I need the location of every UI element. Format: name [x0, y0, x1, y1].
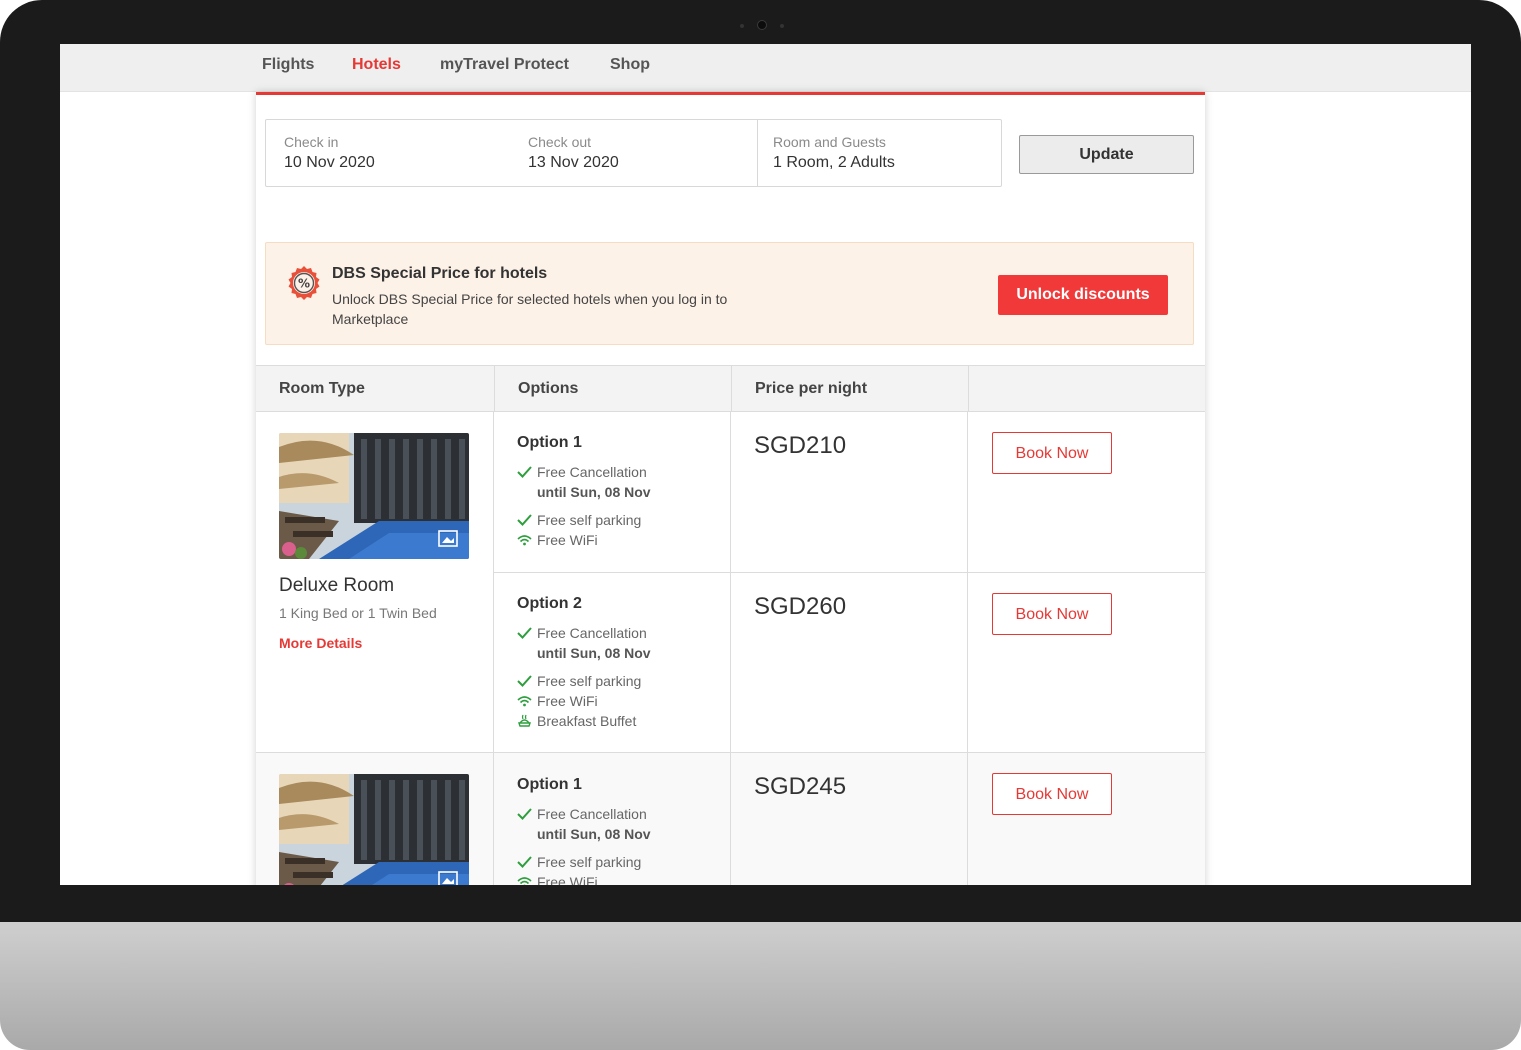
- feature-item: Free Cancellation: [517, 804, 753, 824]
- check-in-label: Check in: [284, 134, 339, 150]
- monitor-chin: [0, 922, 1521, 1050]
- divider: [967, 412, 968, 885]
- price-per-night: SGD260: [754, 593, 847, 620]
- cancellation-deadline: until Sun, 08 Nov: [537, 484, 651, 500]
- check-icon: [517, 856, 532, 868]
- check-icon: [517, 466, 532, 478]
- nav-mytravel-protect[interactable]: myTravel Protect: [440, 56, 569, 74]
- room-photo[interactable]: [279, 433, 469, 559]
- check-icon: [517, 627, 532, 639]
- room-photo[interactable]: [279, 774, 469, 885]
- percent-badge-icon: %: [288, 266, 320, 300]
- check-out-value: 13 Nov 2020: [528, 154, 619, 171]
- book-now-button[interactable]: Book Now: [992, 432, 1112, 474]
- feature-text: Free Cancellation: [537, 464, 647, 480]
- top-nav: Flights Hotels myTravel Protect Shop: [60, 44, 1471, 92]
- price-per-night: SGD210: [754, 432, 847, 459]
- nav-hotels[interactable]: Hotels: [352, 56, 401, 74]
- option-title: Option 1: [517, 776, 582, 793]
- feature-text: Free WiFi: [537, 693, 598, 709]
- check-out-field[interactable]: Check out 13 Nov 2020: [528, 134, 619, 172]
- feature-item: Free Cancellation: [517, 462, 753, 482]
- header-price: Price per night: [731, 366, 967, 411]
- monitor-frame: Flights Hotels myTravel Protect Shop Che…: [0, 0, 1521, 1050]
- feature-text: Free WiFi: [537, 532, 598, 548]
- svg-text:%: %: [298, 277, 310, 291]
- cancellation-deadline: until Sun, 08 Nov: [537, 826, 651, 842]
- promo-banner: % DBS Special Price for hotels Unlock DB…: [265, 242, 1194, 345]
- divider: [256, 752, 1205, 753]
- book-now-button[interactable]: Book Now: [992, 593, 1112, 635]
- breakfast-icon: [518, 714, 531, 727]
- room-guests-field[interactable]: Room and Guests 1 Room, 2 Adults: [773, 134, 895, 172]
- wifi-icon: [517, 535, 532, 546]
- rooms-table-header: Room Type Options Price per night: [256, 365, 1205, 412]
- feature-item: Free WiFi: [517, 530, 753, 550]
- feature-item: Free Cancellation: [517, 623, 753, 643]
- divider: [493, 572, 1205, 573]
- camera-icon: [757, 20, 767, 30]
- price-per-night: SGD245: [754, 773, 847, 800]
- book-now-button[interactable]: Book Now: [992, 773, 1112, 815]
- feature-text: Free self parking: [537, 673, 642, 689]
- feature-item: Breakfast Buffet: [517, 711, 753, 731]
- update-button[interactable]: Update: [1019, 135, 1194, 174]
- room-option: Option 1 Free Cancellation until Sun, 08…: [517, 776, 753, 885]
- feature-item: Free self parking: [517, 852, 753, 872]
- divider: [757, 120, 758, 186]
- feature-text: Free Cancellation: [537, 625, 647, 641]
- wifi-icon: [517, 877, 532, 885]
- wifi-icon: [517, 696, 532, 707]
- room-guests-label: Room and Guests: [773, 134, 886, 150]
- check-out-label: Check out: [528, 134, 592, 150]
- rooms-table-body: Deluxe Room 1 King Bed or 1 Twin Bed Mor…: [256, 412, 1205, 885]
- feature-text: Free WiFi: [537, 874, 598, 885]
- check-icon: [517, 675, 532, 687]
- nav-flights[interactable]: Flights: [262, 56, 314, 74]
- search-summary: Check in 10 Nov 2020 Check out 13 Nov 20…: [265, 119, 1002, 187]
- unlock-discounts-button[interactable]: Unlock discounts: [998, 275, 1168, 315]
- header-room-type: Room Type: [279, 380, 365, 397]
- cancellation-deadline: until Sun, 08 Nov: [537, 645, 651, 661]
- hotel-pool-image: [279, 774, 469, 885]
- feature-text: Free self parking: [537, 854, 642, 870]
- sensor-dot: [780, 24, 784, 28]
- feature-item: Free self parking: [517, 671, 753, 691]
- option-title: Option 1: [517, 434, 582, 451]
- room-option: Option 1 Free Cancellation until Sun, 08…: [517, 434, 753, 550]
- promo-text: Unlock DBS Special Price for selected ho…: [332, 291, 728, 327]
- screen: Flights Hotels myTravel Protect Shop Che…: [60, 44, 1471, 885]
- nav-shop[interactable]: Shop: [610, 56, 650, 74]
- feature-item: Free WiFi: [517, 872, 753, 885]
- divider: [493, 412, 494, 885]
- option-title: Option 2: [517, 595, 582, 612]
- more-details-link[interactable]: More Details: [279, 635, 362, 651]
- room-option: Option 2 Free Cancellation until Sun, 08…: [517, 595, 753, 731]
- promo-title: DBS Special Price for hotels: [332, 265, 548, 282]
- hotel-pool-image: [279, 433, 469, 559]
- feature-item: Free WiFi: [517, 691, 753, 711]
- sensor-dot: [740, 24, 744, 28]
- feature-text: Breakfast Buffet: [537, 713, 637, 729]
- room-beds: 1 King Bed or 1 Twin Bed: [279, 605, 437, 621]
- header-options: Options: [494, 366, 730, 411]
- room-name: Deluxe Room: [279, 575, 395, 596]
- feature-text: Free Cancellation: [537, 806, 647, 822]
- hotel-rooms-panel: Check in 10 Nov 2020 Check out 13 Nov 20…: [256, 92, 1205, 885]
- check-icon: [517, 808, 532, 820]
- header-action: [968, 366, 1205, 411]
- feature-text: Free self parking: [537, 512, 642, 528]
- check-in-field[interactable]: Check in 10 Nov 2020: [284, 134, 375, 172]
- room-guests-value: 1 Room, 2 Adults: [773, 154, 895, 171]
- check-in-value: 10 Nov 2020: [284, 154, 375, 171]
- feature-item: Free self parking: [517, 510, 753, 530]
- check-icon: [517, 514, 532, 526]
